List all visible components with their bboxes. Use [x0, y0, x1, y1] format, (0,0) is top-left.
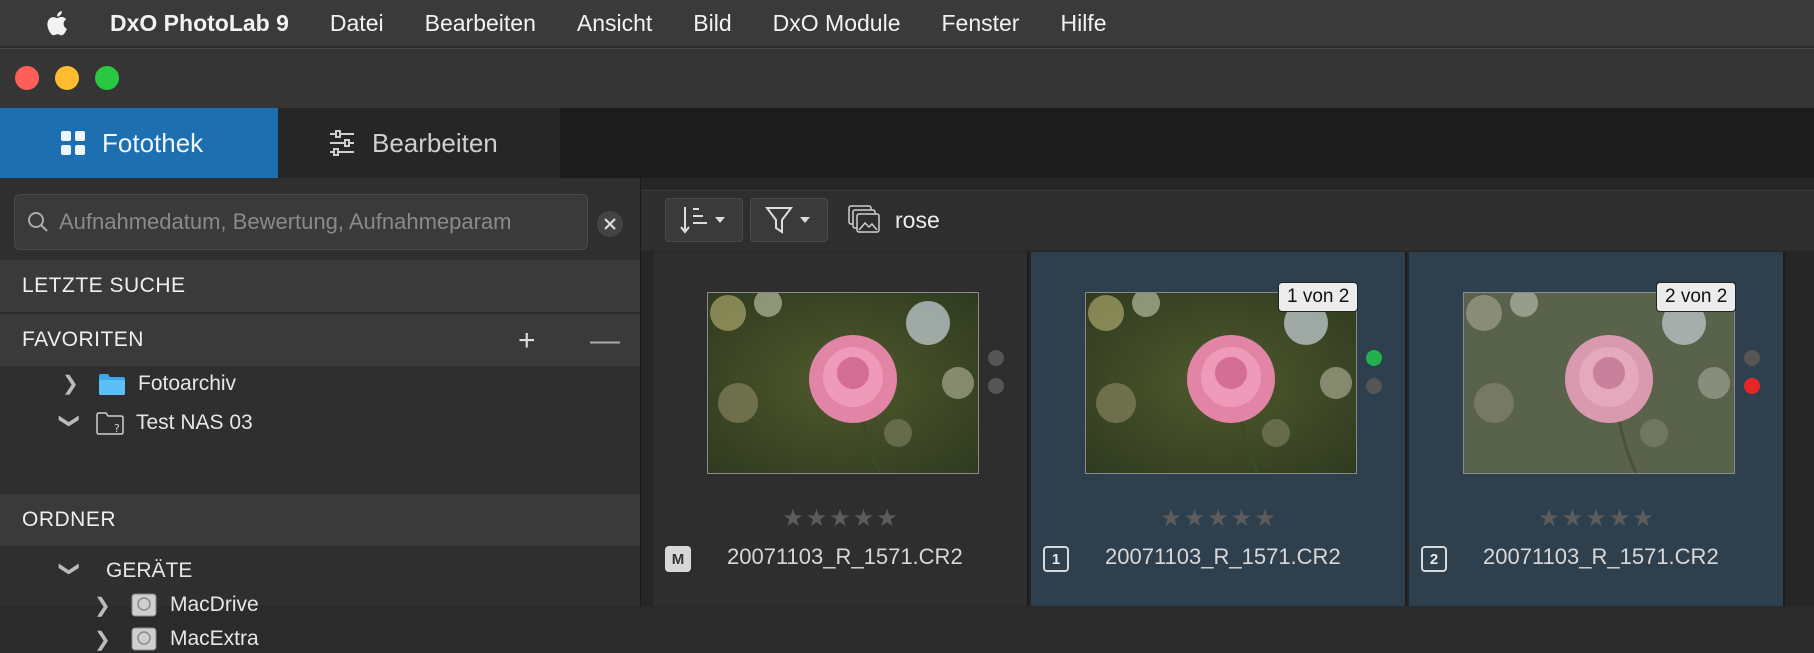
color-label-dot[interactable]	[988, 378, 1004, 394]
recent-search-header[interactable]: LETZTE SUCHE	[0, 260, 640, 313]
menu-edit[interactable]: Bearbeiten	[425, 10, 536, 37]
devices-label: GERÄTE	[106, 558, 193, 582]
search-box	[14, 194, 588, 250]
folder-blue-icon	[99, 373, 125, 395]
menu-image[interactable]: Bild	[693, 10, 731, 37]
menu-help[interactable]: Hilfe	[1060, 10, 1106, 37]
sidebar: LETZTE SUCHE FAVORITEN + — ❯ Fotoarchiv …	[0, 178, 641, 651]
menu-dxo-modules[interactable]: DxO Module	[773, 10, 901, 37]
tab-library-label: Fotothek	[102, 127, 204, 158]
svg-text:?: ?	[114, 422, 120, 435]
recent-search-label: LETZTE SUCHE	[22, 274, 186, 297]
thumbnail-filename: 20071103_R_1571.CR2	[727, 544, 963, 569]
menu-bar: DxO PhotoLab 9 Datei Bearbeiten Ansicht …	[0, 0, 1814, 46]
grid-icon	[61, 131, 85, 155]
thumbnail-cell-selected[interactable]: 2 von 2 ★★★★★ 2 20071103_R_1571.CR2	[1409, 252, 1785, 606]
color-label-dot[interactable]	[1744, 350, 1760, 366]
browser-toolbar: rose	[641, 190, 1814, 251]
image-browser: rose ★★★★★ M 20071103_R_1571.CR2 1 von 2…	[641, 178, 1814, 606]
thumbnail-image[interactable]	[1085, 292, 1357, 474]
chevron-right-icon[interactable]: ❯	[94, 627, 114, 652]
project-stack-icon	[848, 205, 880, 233]
sort-button[interactable]	[665, 198, 743, 242]
clear-search-button[interactable]	[597, 211, 623, 237]
color-label-dot[interactable]	[1366, 350, 1382, 366]
close-window-button[interactable]	[15, 66, 39, 90]
tab-customize-label: Bearbeiten	[372, 127, 498, 158]
drive-item-macextra[interactable]: ❯ MacExtra	[94, 625, 259, 653]
chevron-down-icon[interactable]: ❯	[58, 561, 83, 581]
minimize-window-button[interactable]	[55, 66, 79, 90]
close-icon	[604, 218, 616, 230]
add-favorite-button[interactable]: +	[518, 324, 536, 358]
color-label-dot[interactable]	[1366, 378, 1382, 394]
color-label-dot[interactable]	[988, 350, 1004, 366]
drive-item-macdrive[interactable]: ❯ MacDrive	[94, 591, 259, 619]
menu-window[interactable]: Fenster	[941, 10, 1019, 37]
project-name: rose	[895, 207, 940, 233]
folder-missing-icon: ?	[96, 411, 124, 435]
devices-group[interactable]: ❯ GERÄTE	[58, 558, 193, 583]
virtual-copy-badge: 2 von 2	[1656, 282, 1737, 312]
remove-favorite-button[interactable]: —	[590, 324, 621, 358]
thumbnail-filename: 20071103_R_1571.CR2	[1105, 544, 1341, 569]
menu-view[interactable]: Ansicht	[577, 10, 652, 37]
apple-icon[interactable]	[44, 9, 68, 37]
favorites-label: FAVORITEN	[22, 328, 144, 351]
sliders-icon	[330, 130, 354, 156]
star-rating[interactable]: ★★★★★	[1031, 504, 1407, 533]
chevron-down-icon[interactable]: ❯	[58, 413, 83, 433]
drive-label: MacDrive	[170, 593, 259, 616]
star-rating[interactable]: ★★★★★	[1409, 504, 1785, 533]
menu-app-name[interactable]: DxO PhotoLab 9	[110, 10, 289, 37]
tab-library[interactable]: Fotothek	[0, 108, 278, 178]
thumbnail-cell-selected[interactable]: 1 von 2 ★★★★★ 1 20071103_R_1571.CR2	[1031, 252, 1407, 606]
thumbnail-cell[interactable]: ★★★★★ M 20071103_R_1571.CR2	[653, 252, 1029, 606]
color-label-dot[interactable]	[1744, 378, 1760, 394]
search-input[interactable]	[57, 208, 571, 236]
hard-drive-icon	[131, 593, 157, 617]
master-image-icon: M	[665, 546, 691, 572]
favorite-item-fotoarchiv[interactable]: ❯ Fotoarchiv	[62, 371, 236, 396]
filter-icon	[765, 207, 810, 234]
app-window: Fotothek Bearbeiten Aufnahmedatum, Bewer…	[0, 48, 1814, 651]
folders-header[interactable]: ORDNER	[0, 494, 640, 546]
virtual-copy-icon: 1	[1043, 546, 1069, 572]
menu-file[interactable]: Datei	[330, 10, 384, 37]
favorites-header[interactable]: FAVORITEN + —	[0, 314, 640, 366]
chevron-right-icon[interactable]: ❯	[94, 593, 114, 618]
thumbnail-image[interactable]	[1463, 292, 1735, 474]
hard-drive-icon	[131, 627, 157, 651]
thumbnail-filename: 20071103_R_1571.CR2	[1483, 544, 1719, 569]
thumbnail-image[interactable]	[707, 292, 979, 474]
virtual-copy-icon: 2	[1421, 546, 1447, 572]
sort-icon	[680, 207, 725, 234]
zoom-window-button[interactable]	[95, 66, 119, 90]
tab-bar: Fotothek Bearbeiten	[0, 108, 1814, 178]
chevron-right-icon[interactable]: ❯	[62, 371, 82, 396]
favorite-label: Test NAS 03	[136, 410, 253, 434]
virtual-copy-badge: 1 von 2	[1278, 282, 1359, 312]
favorite-label: Fotoarchiv	[138, 371, 237, 395]
title-bar	[0, 48, 1814, 109]
folders-label: ORDNER	[22, 508, 117, 531]
filter-button[interactable]	[750, 198, 828, 242]
favorite-item-test-nas[interactable]: ❯ ? Test NAS 03	[58, 410, 253, 435]
star-rating[interactable]: ★★★★★	[653, 504, 1029, 533]
drive-label: MacExtra	[170, 627, 259, 650]
search-icon	[28, 212, 48, 232]
tab-customize[interactable]: Bearbeiten	[278, 108, 560, 178]
